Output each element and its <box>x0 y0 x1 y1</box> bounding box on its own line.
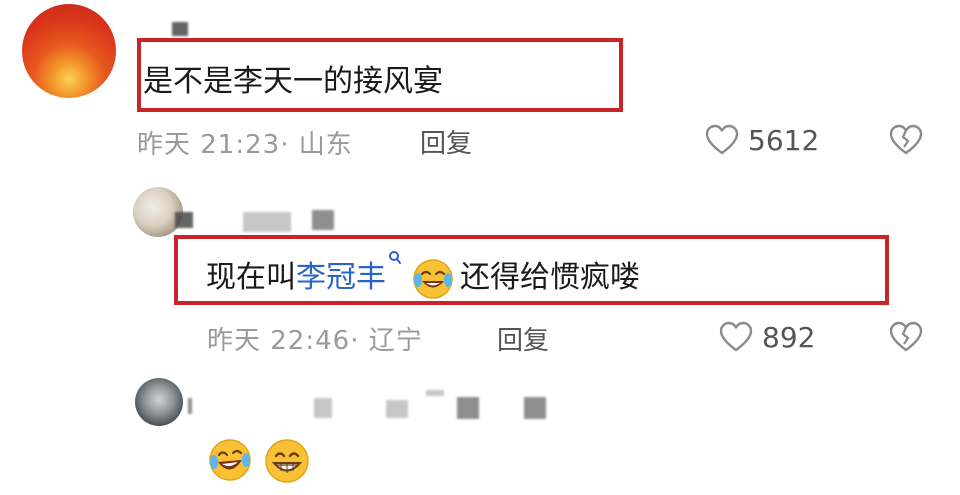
laugh-cry-emoji-icon <box>412 258 454 300</box>
reply-button[interactable]: 回复 <box>497 320 549 357</box>
username-blurred <box>457 397 479 419</box>
comment-text-before: 现在叫 <box>206 260 296 295</box>
like-count: 892 <box>762 321 816 354</box>
username-blurred <box>188 398 192 414</box>
username-blurred[interactable] <box>172 22 188 36</box>
comment-text: 现在叫李冠丰 还得给惯疯喽 <box>206 250 640 300</box>
broken-heart-icon[interactable] <box>889 321 923 353</box>
broken-heart-icon[interactable] <box>889 124 923 156</box>
username-blurred <box>426 390 444 396</box>
avatar[interactable] <box>135 378 183 426</box>
username-blurred <box>312 210 334 230</box>
heart-outline-icon[interactable] <box>719 321 753 353</box>
avatar[interactable] <box>22 4 116 98</box>
comment-text: 是不是李天一的接风宴 <box>143 64 443 99</box>
username-blurred <box>314 398 332 418</box>
username-blurred <box>524 397 546 419</box>
laugh-cry-emoji-icon <box>208 438 252 482</box>
search-link-icon[interactable] <box>388 250 402 266</box>
username-blurred <box>243 212 291 232</box>
topic-link[interactable]: 李冠丰 <box>296 260 386 295</box>
like-count: 5612 <box>748 124 820 157</box>
heart-outline-icon[interactable] <box>705 124 739 156</box>
username-blurred[interactable] <box>175 212 193 228</box>
comment-timestamp: 昨天 22:46· 辽宁 <box>207 326 423 356</box>
comment-text-after: 还得给惯疯喽 <box>460 260 640 295</box>
comment-timestamp: 昨天 21:23· 山东 <box>137 130 353 160</box>
reply-button[interactable]: 回复 <box>420 123 472 160</box>
username-blurred <box>386 400 408 418</box>
grin-emoji-icon <box>264 438 310 484</box>
